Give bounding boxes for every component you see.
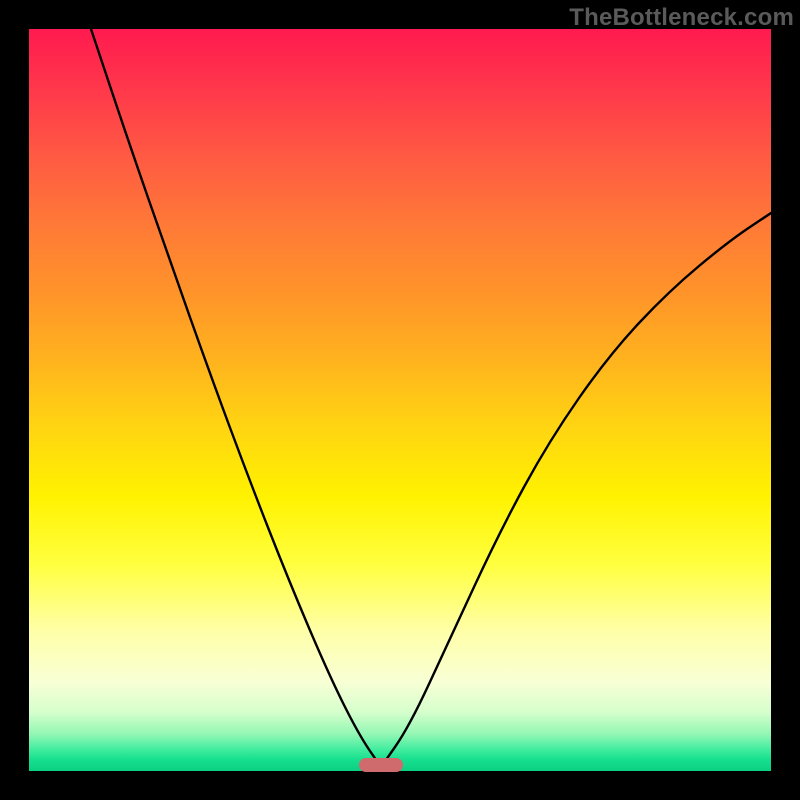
watermark-text: TheBottleneck.com	[569, 4, 794, 32]
bottleneck-curve	[29, 29, 771, 771]
plot-area	[29, 29, 771, 771]
minimum-marker	[359, 758, 403, 772]
curve-path	[91, 29, 771, 767]
